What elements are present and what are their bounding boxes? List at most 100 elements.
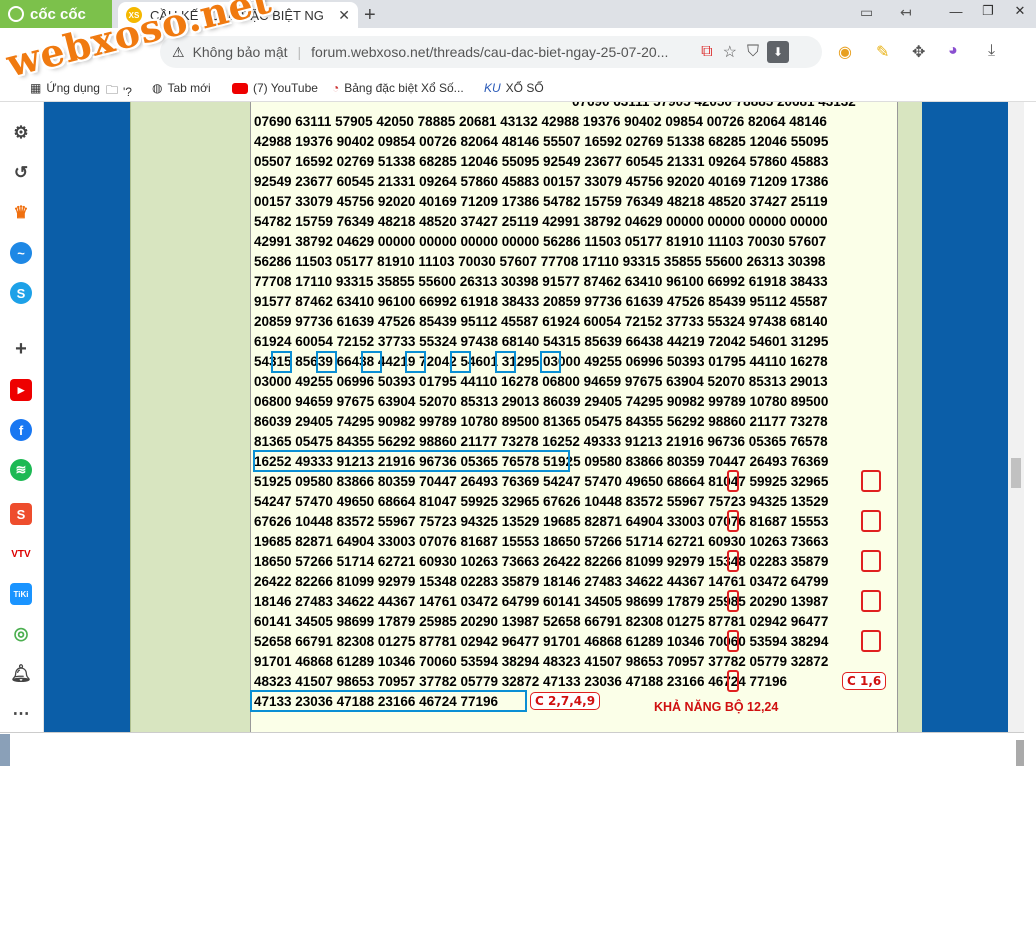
kha-nang-label: KHẢ NĂNG BỘ 12,24 <box>654 700 779 714</box>
shield-icon[interactable]: ⛉ <box>747 43 759 61</box>
number-row: 56286 11503 05177 81910 11103 70030 5760… <box>254 254 826 269</box>
label-c2749: C 2,7,4,9 <box>530 692 601 710</box>
divider: | <box>297 44 302 60</box>
bookmark-youtube[interactable]: (7) YouTube <box>232 81 318 95</box>
bookmark-label: Bảng đặc biệt Xổ Số... <box>344 81 464 95</box>
scroll-right-edge <box>1016 740 1024 766</box>
bookmark-apps[interactable]: ▦ Ứng dụng <box>30 81 100 95</box>
number-row: 52658 66791 82308 01275 87781 02942 9647… <box>254 634 829 649</box>
number-row: 07690 63111 57905 42050 78885 20681 4313… <box>254 102 902 112</box>
skype-icon[interactable]: S <box>10 282 32 304</box>
close-window-icon[interactable]: ✕ <box>1004 0 1036 22</box>
crown-icon[interactable]: ♛ <box>10 202 32 224</box>
folder-icon: 🗀 <box>106 83 119 97</box>
spotify-icon[interactable]: ≋ <box>10 459 32 481</box>
number-row: 07690 63111 57905 42050 78885 20681 4313… <box>254 114 827 129</box>
restore-icon[interactable]: ❐ <box>972 0 1004 22</box>
bookmark-folder[interactable]: 🗀 '? <box>106 81 132 102</box>
logo-icon: ◔ <box>332 81 340 95</box>
number-row: 19685 82871 64904 33003 07076 81687 1555… <box>254 534 829 549</box>
number-row: 91701 46868 61289 10346 70060 53594 3829… <box>254 654 829 669</box>
bookmark-bang-dac-biet[interactable]: ◔ Bảng đặc biệt Xổ Số... <box>332 81 464 95</box>
scroll-left-edge <box>0 734 10 766</box>
highlight-digit <box>361 351 382 373</box>
number-row: 92549 23677 60545 21331 09264 57860 4588… <box>254 174 829 189</box>
ku-icon: KU <box>484 81 501 95</box>
screenshot-icon[interactable]: ▭ <box>860 4 873 21</box>
mark-column <box>727 550 739 572</box>
number-row: 48323 41507 98653 70957 37782 05779 3287… <box>254 674 788 689</box>
security-label[interactable]: Không bảo mật <box>193 44 288 60</box>
shopee-icon[interactable]: S <box>10 503 32 525</box>
new-tab-button[interactable]: + <box>364 4 376 27</box>
mark-column <box>727 510 739 532</box>
number-row: 91577 87462 63410 96100 66992 61918 3843… <box>254 294 828 309</box>
mark-end <box>861 470 881 492</box>
star-icon[interactable]: ☆ <box>723 42 737 62</box>
sidebar: ⚙ ↺ ♛ ~ S + ▸ f ≋ S VTV TiKi ◎ 🔔︎ ⋯ <box>0 102 44 732</box>
scroll-thumb[interactable] <box>1011 458 1021 488</box>
coccoc-side-icon[interactable]: ◎ <box>10 623 32 645</box>
number-row: 77708 17110 93315 35855 55600 26313 3039… <box>254 274 828 289</box>
vertical-scrollbar[interactable] <box>1008 102 1024 732</box>
messenger-icon[interactable]: ~ <box>10 242 32 264</box>
youtube-icon <box>232 82 248 94</box>
history-icon[interactable]: ↺ <box>10 162 32 184</box>
bookmark-label: Tab mới <box>167 81 211 95</box>
youtube-side-icon[interactable]: ▸ <box>10 379 32 401</box>
mark-column <box>727 470 739 492</box>
bookmark-label: Ứng dụng <box>46 81 100 95</box>
highlight-digit <box>316 351 337 373</box>
bell-icon[interactable]: 🔔︎ <box>10 663 32 685</box>
number-row: 61924 60054 72152 37733 55324 97438 6814… <box>254 334 829 349</box>
add-icon[interactable]: + <box>10 338 32 360</box>
mark-column <box>727 630 739 652</box>
vtv-icon[interactable]: VTV <box>10 543 32 565</box>
highlight-digit <box>495 351 516 373</box>
number-row: 86039 29405 74295 90982 99789 10780 8950… <box>254 414 828 429</box>
mark-end <box>861 510 881 532</box>
brand-label: cốc cốc <box>30 5 86 23</box>
highlight-row <box>253 450 570 472</box>
number-row: 05507 16592 02769 51338 68285 12046 5509… <box>254 154 829 169</box>
coccoc-logo-icon <box>8 6 24 22</box>
apps-icon: ▦ <box>30 81 42 95</box>
horizontal-scrollbar[interactable] <box>0 732 1024 768</box>
highlight-row <box>250 690 527 712</box>
bookmark-xo-so[interactable]: KU XỔ SỐ <box>484 81 544 95</box>
minimize-icon[interactable]: — <box>940 0 972 22</box>
camera-icon[interactable]: ⧉ <box>701 43 712 61</box>
number-row: 60141 34505 98699 17879 25985 20290 1398… <box>254 614 829 629</box>
number-row: 51925 09580 83866 80359 70447 26493 7636… <box>254 474 829 489</box>
pencil-icon[interactable]: ✎ <box>876 42 889 62</box>
label-c16: C 1,6 <box>842 672 887 690</box>
window-controls: — ❐ ✕ <box>940 0 1036 22</box>
more-icon[interactable]: ⋯ <box>10 703 32 725</box>
number-row: 18146 27483 34622 44367 14761 03472 6479… <box>254 594 829 609</box>
back-small-icon[interactable]: ↤ <box>900 4 912 21</box>
number-row: 81365 05475 84355 56292 98860 21177 7327… <box>254 434 828 449</box>
globe-icon: ◍ <box>152 81 163 95</box>
left-margin <box>44 102 130 732</box>
url-text[interactable]: forum.webxoso.net/threads/cau-dac-biet-n… <box>311 44 691 60</box>
facebook-icon[interactable]: f <box>10 419 32 441</box>
number-row: 18650 57266 51714 62721 60930 10263 7366… <box>254 554 829 569</box>
number-row: 03000 49255 06996 50393 01795 44110 1627… <box>254 374 828 389</box>
close-tab-icon[interactable]: ✕ <box>338 7 350 24</box>
puzzle-icon[interactable]: ✥ <box>912 42 925 62</box>
bookmark-label: XỔ SỐ <box>505 81 544 95</box>
address-bar[interactable]: ⚠ Không bảo mật | forum.webxoso.net/thre… <box>160 36 822 68</box>
downloads-icon[interactable]: ⤓ <box>988 42 995 60</box>
profile-avatar-icon[interactable]: ◕ <box>948 42 958 60</box>
settings-gear-icon[interactable]: ⚙ <box>10 122 32 144</box>
page-content: 07690 63111 57905 42050 78885 20681 4313… <box>44 102 1008 732</box>
warning-icon: ⚠ <box>172 43 185 60</box>
number-row: 26422 82266 81099 92979 15348 02283 3587… <box>254 574 829 589</box>
mark-end <box>861 550 881 572</box>
extension-chrome-icon[interactable]: ◉ <box>838 42 852 62</box>
bookmark-new-tab[interactable]: ◍ Tab mới <box>152 81 211 95</box>
number-row: 20859 97736 61639 47526 85439 95112 4558… <box>254 314 828 329</box>
tiki-icon[interactable]: TiKi <box>10 583 32 605</box>
download-page-icon[interactable]: ⬇ <box>766 41 789 63</box>
number-row: 00157 33079 45756 92020 40169 71209 1738… <box>254 194 828 209</box>
